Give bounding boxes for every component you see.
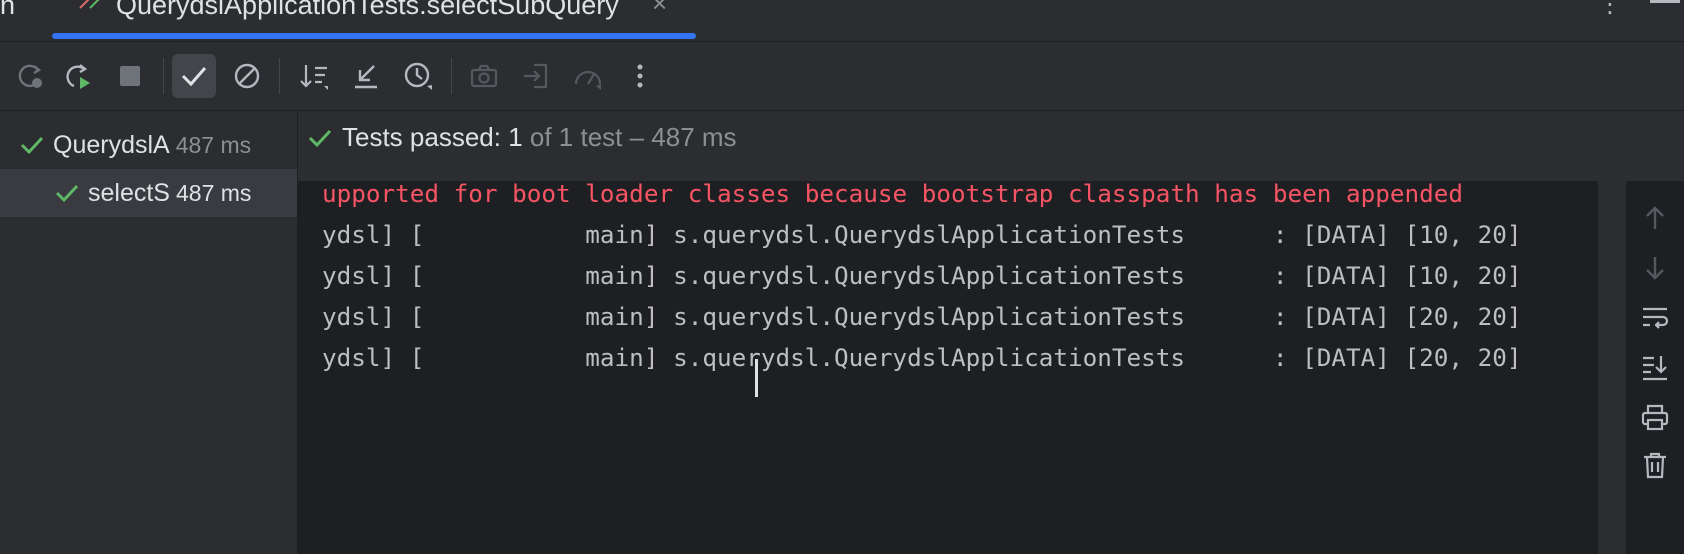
test-runner-toolbar [0,42,1684,111]
clear-all-icon[interactable] [1637,447,1673,483]
more-options-icon[interactable] [618,54,662,98]
passed-check-icon [55,184,79,203]
test-run-config-icon [79,0,100,9]
active-tab-indicator [52,33,696,39]
passed-check-icon [308,129,332,148]
tests-summary-label: of 1 test – 487 ms [522,122,737,152]
console-line: ydsl] [ main] s.querydsl.QuerydslApplica… [322,220,1522,249]
scroll-to-end-icon[interactable] [1637,349,1673,385]
stop-icon[interactable] [108,54,152,98]
console-line: ydsl] [ main] s.querydsl.QuerydslApplica… [322,302,1522,331]
tree-item-selectsubquery[interactable]: selectS 487 ms [0,169,297,217]
close-tab-icon[interactable]: × [652,0,667,19]
tab-selectsubquery[interactable]: QuerydslApplicationTests.selectSubQuery … [52,0,696,41]
console-line: ydsl] [ main] s.querydsl.QuerydslApplica… [322,261,1522,290]
show-passed-icon[interactable] [172,54,216,98]
tests-passed-label: Tests passed: 1 [342,122,523,152]
console-output[interactable]: upported for boot loader classes because… [298,181,1598,554]
minimize-icon[interactable] [1650,0,1680,3]
truncated-tab-label[interactable]: n [0,0,15,21]
console-line: upported for boot loader classes because… [322,181,1463,208]
collapse-icon[interactable] [344,54,388,98]
tree-item-label: QuerydslA [53,130,170,159]
print-icon[interactable] [1637,399,1673,435]
test-status-bar: Tests passed: 1 of 1 test – 487 ms [298,111,1684,181]
tree-item-label: selectS [88,178,170,207]
import-tests-icon[interactable] [514,54,558,98]
sort-by-duration-icon[interactable] [396,54,440,98]
passed-check-icon [20,136,44,155]
soft-wrap-icon[interactable] [1637,299,1673,335]
editor-tab-bar: n QuerydslApplicationTests.selectSubQuer… [0,0,1684,42]
text-caret [755,359,758,397]
tab-title: QuerydslApplicationTests.selectSubQuery [116,0,619,20]
sort-alphabetically-icon[interactable] [292,54,336,98]
status-text: Tests passed: 1 of 1 test – 487 ms [342,122,737,153]
screenshot-icon[interactable] [462,54,506,98]
console-scrollbar[interactable] [1598,181,1626,554]
tree-item-duration: 487 ms [175,131,252,158]
previous-occurrence-icon[interactable] [1637,200,1673,236]
performance-icon[interactable] [566,54,610,98]
tree-item-root[interactable]: QuerydslA 487 ms [0,121,297,169]
rerun-failed-icon[interactable] [56,54,100,98]
next-occurrence-icon[interactable] [1637,250,1673,286]
more-tabs-icon[interactable]: ⋮ [1598,0,1622,19]
console-actions [1627,181,1684,554]
test-tree-panel: QuerydslA 487 ms selectS 487 ms [0,111,298,554]
tree-item-duration: 487 ms [175,179,252,206]
show-ignored-icon[interactable] [225,54,269,98]
console-line: ydsl] [ main] s.querydsl.QuerydslApplica… [322,343,1522,372]
rerun-icon[interactable] [8,54,52,98]
